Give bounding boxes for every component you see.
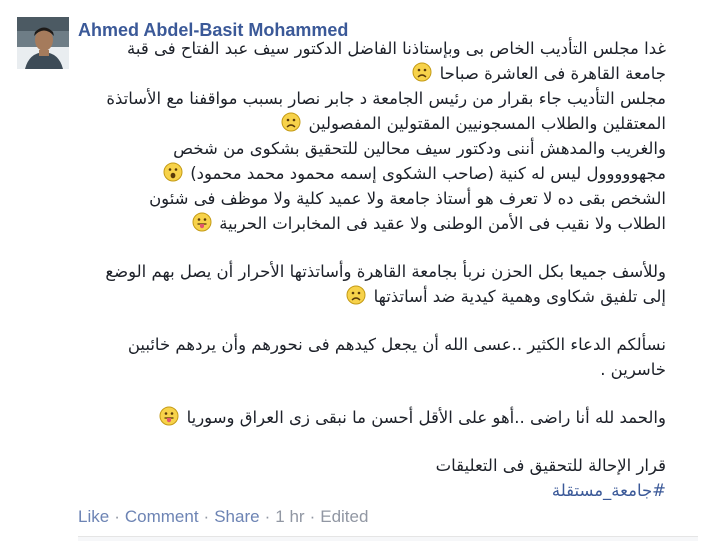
separator: · [309, 507, 316, 526]
like-link[interactable]: Like [78, 507, 109, 526]
tongue-icon [159, 406, 179, 426]
separator: · [203, 507, 210, 526]
post-line: إلى تلفيق شكاوى وهمية كيدية ضد أساتذتها [40, 284, 666, 309]
gasp-icon [163, 162, 183, 182]
post-line: الطلاب ولا نقيب فى الأمن الوطنى ولا عقيد… [40, 211, 666, 236]
post-line: جامعة القاهرة فى العاشرة صباحا [40, 61, 666, 86]
edited-label[interactable]: Edited [320, 507, 368, 526]
post-line: مجلس التأديب جاء بقرار من رئيس الجامعة د… [106, 89, 666, 108]
share-link[interactable]: Share [214, 507, 259, 526]
frown-icon [412, 62, 432, 82]
post-line: الشخص بقى ده لا تعرف هو أستاذ جامعة ولا … [149, 189, 666, 208]
comments-bar [78, 536, 698, 541]
post-timestamp[interactable]: 1 hr [275, 507, 304, 526]
comment-link[interactable]: Comment [125, 507, 199, 526]
post-actions: Like · Comment · Share · 1 hr · Edited [78, 507, 368, 527]
post-line: والحمد لله أنا راضى ..أهو على الأقل أحسن… [40, 405, 666, 430]
separator: · [114, 507, 120, 526]
post-line: غدا مجلس التأديب الخاص بى وبإستاذنا الفا… [127, 39, 666, 58]
post-line: والغريب والمدهش أننى ودكتور سيف محالين ل… [173, 139, 666, 158]
post-line: نسألكم الدعاء الكثير ..عسى الله أن يجعل … [127, 335, 666, 354]
post-line: قرار الإحالة للتحقيق فى التعليقات [435, 456, 666, 475]
post-line: وللأسف جميعا بكل الحزن نربأ بجامعة القاه… [105, 262, 666, 281]
tongue-icon [192, 212, 212, 232]
post-line: مجهووووول ليس له كنية (صاحب الشكوى إسمه … [40, 161, 666, 186]
post-line: المعتقلين والطلاب المسجونيين المقتولين ا… [40, 111, 666, 136]
frown-icon [281, 112, 301, 132]
separator: · [264, 507, 271, 526]
post-line: #جامعة_مستقلة [40, 478, 666, 503]
hashtag-link[interactable]: #جامعة_مستقلة [552, 481, 666, 500]
post-body: غدا مجلس التأديب الخاص بى وبإستاذنا الفا… [40, 36, 666, 503]
post-line: خاسرين . [600, 360, 666, 379]
frown-icon [346, 285, 366, 305]
